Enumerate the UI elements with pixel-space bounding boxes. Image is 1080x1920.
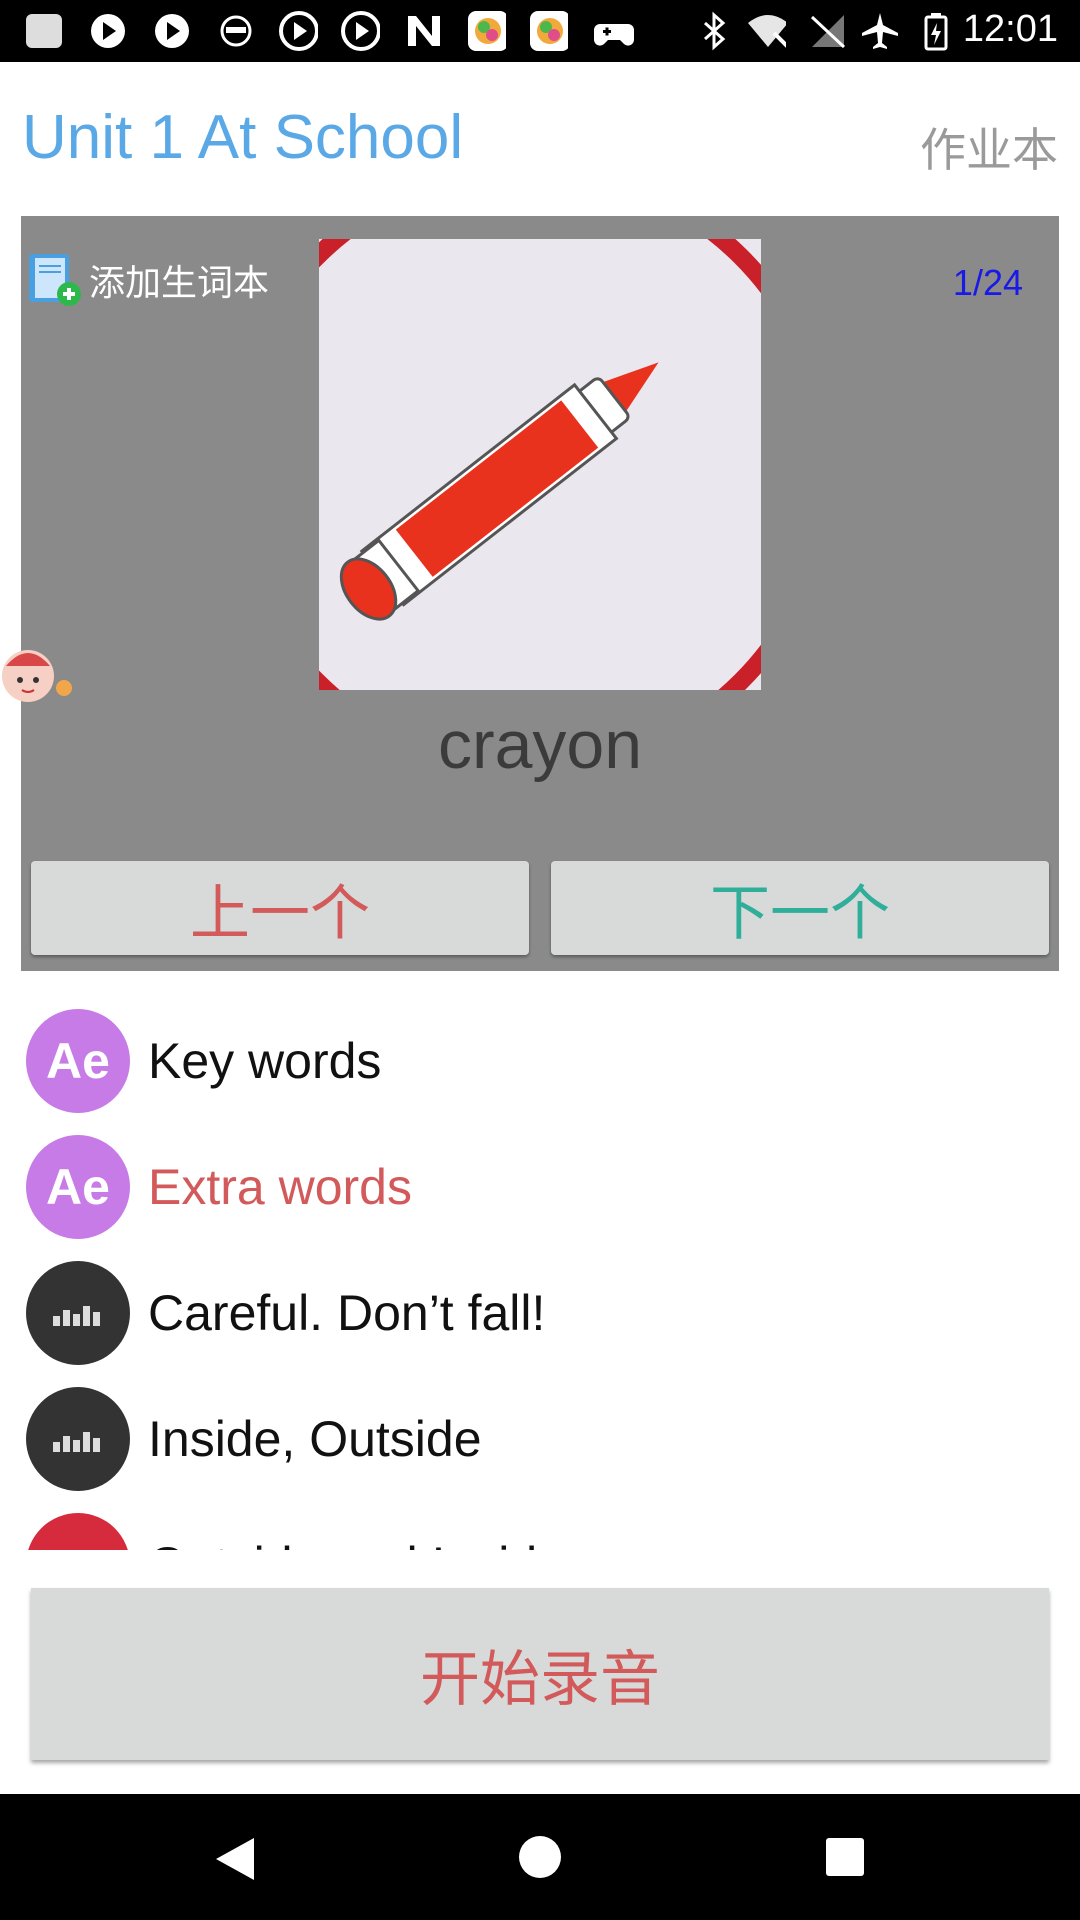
system-nav-bar — [0, 1794, 1080, 1920]
gamepad-icon — [594, 12, 634, 50]
clock: 12:01 — [962, 8, 1058, 50]
ae-icon: Ae — [26, 1009, 130, 1113]
bluetooth-icon — [694, 11, 734, 51]
add-vocab-button[interactable]: 添加生词本 — [27, 252, 269, 308]
notebook-add-icon — [29, 254, 81, 306]
play-icon — [152, 12, 192, 50]
glasses-icon — [216, 12, 256, 50]
play-icon — [88, 12, 128, 50]
play-circle-icon — [340, 11, 380, 51]
list-item[interactable]: Ae Extra words — [0, 1124, 1080, 1250]
card-navigation: 上一个 下一个 — [21, 846, 1059, 971]
home-icon[interactable] — [515, 1832, 565, 1882]
list-item-label: Careful. Don’t fall! — [148, 1285, 546, 1341]
status-bar: 12:01 — [0, 0, 1080, 62]
list-item-label: Outside and Inside — [148, 1536, 565, 1550]
game-icon — [466, 11, 506, 51]
battery-icon — [916, 12, 956, 51]
flashcard: 添加生词本 1/24 crayon — [21, 216, 1059, 846]
wifi-off-icon — [746, 12, 786, 50]
list-item[interactable]: Inside, Outside — [0, 1376, 1080, 1502]
start-recording-button[interactable]: 开始录音 — [31, 1588, 1049, 1760]
homework-book-link[interactable]: 作业本 — [920, 114, 1058, 180]
play-circle-icon — [278, 11, 318, 51]
list-item[interactable]: Outside and Inside — [0, 1502, 1080, 1550]
card-counter: 1/24 — [952, 262, 1023, 303]
n-icon — [404, 12, 444, 50]
floating-assistant-icon[interactable] — [0, 636, 76, 716]
lesson-list: Ae Key words Ae Extra words Careful. Don… — [0, 998, 1080, 1550]
add-vocab-label: 添加生词本 — [89, 263, 270, 304]
equalizer-icon — [26, 1387, 130, 1491]
list-item-label: Inside, Outside — [148, 1411, 482, 1467]
list-item[interactable]: Careful. Don’t fall! — [0, 1250, 1080, 1376]
crayon-image — [319, 239, 761, 690]
ae-icon: Ae — [26, 1135, 130, 1239]
book-icon — [26, 1513, 130, 1550]
game-icon — [528, 11, 568, 51]
app-icon — [24, 12, 64, 50]
list-item-label: Extra words — [148, 1159, 412, 1215]
list-item[interactable]: Ae Key words — [0, 998, 1080, 1124]
previous-button[interactable]: 上一个 — [31, 861, 529, 955]
airplane-icon — [860, 12, 900, 50]
signal-off-icon — [808, 12, 848, 50]
back-icon[interactable] — [210, 1834, 260, 1884]
card-word: crayon — [437, 707, 643, 783]
next-button[interactable]: 下一个 — [551, 861, 1049, 955]
equalizer-icon — [26, 1261, 130, 1365]
page-title: Unit 1 At School — [22, 103, 464, 172]
app-header: Unit 1 At School 作业本 — [0, 62, 1080, 214]
list-item-label: Key words — [148, 1033, 382, 1089]
recents-icon[interactable] — [822, 1834, 868, 1880]
